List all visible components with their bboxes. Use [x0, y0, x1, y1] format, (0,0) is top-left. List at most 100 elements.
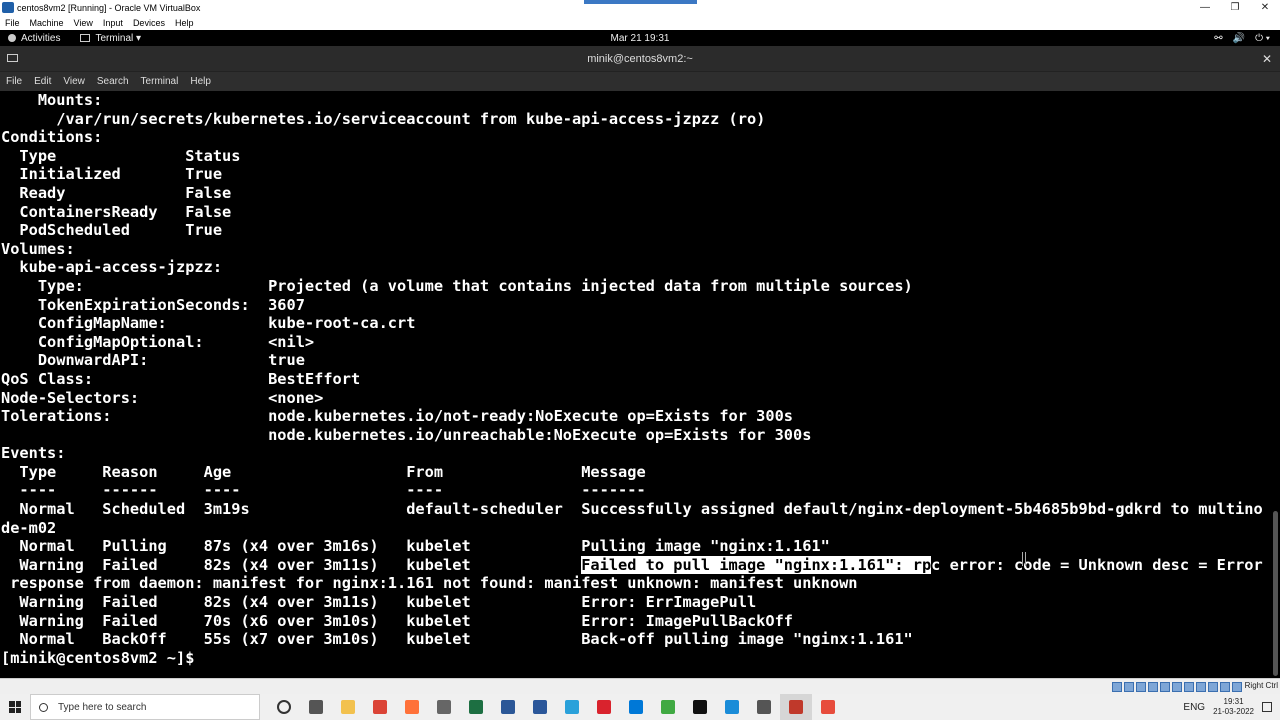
- taskbar-time: 19:31: [1223, 697, 1244, 706]
- terminal-scrollbar[interactable]: [1270, 91, 1280, 678]
- system-tray[interactable]: ⚯ 🔊 ⏻ ▾: [1214, 33, 1270, 44]
- terminal-line: ConfigMapName: kube-root-ca.crt: [1, 314, 416, 333]
- taskbar-app-file-explorer[interactable]: [332, 694, 364, 720]
- volume-icon[interactable]: 🔊: [1233, 33, 1245, 44]
- terminal-icon: [80, 34, 91, 42]
- terminal-line: node.kubernetes.io/unreachable:NoExecute…: [1, 425, 812, 444]
- taskbar-app-excel[interactable]: [460, 694, 492, 720]
- terminal-output[interactable]: Mounts: /var/run/secrets/kubernetes.io/s…: [0, 91, 1270, 678]
- terminal-menu-terminal[interactable]: Terminal: [135, 76, 185, 87]
- vbox-mini-toolbar[interactable]: [584, 0, 697, 4]
- vbox-menu-input[interactable]: Input: [98, 18, 128, 28]
- audio-icon[interactable]: [1136, 682, 1146, 692]
- new-tab-icon[interactable]: [7, 54, 18, 62]
- vbox-menu-view[interactable]: View: [69, 18, 98, 28]
- taskbar-search-box[interactable]: Type here to search: [30, 694, 260, 720]
- cpu-icon[interactable]: [1208, 682, 1218, 692]
- minimize-button[interactable]: —: [1190, 2, 1220, 13]
- activities-button[interactable]: Activities: [8, 33, 60, 44]
- terminal-icon: [693, 700, 707, 714]
- notification-icon[interactable]: [1262, 702, 1272, 712]
- taskbar-app-snipping[interactable]: [492, 694, 524, 720]
- terminal-line: ConfigMapOptional: <nil>: [1, 332, 315, 351]
- windows-taskbar: Type here to search ENG 19:31 21-03-2022: [0, 694, 1280, 720]
- taskbar-clock[interactable]: 19:31 21-03-2022: [1213, 697, 1254, 717]
- selected-text[interactable]: Failed to pull image "nginx:1.161": rp: [581, 555, 932, 574]
- firefox-icon: [405, 700, 419, 714]
- terminal-line: PodScheduled True: [1, 221, 223, 240]
- terminal-close-button[interactable]: ✕: [1262, 52, 1272, 66]
- taskbar-app-vscode[interactable]: [620, 694, 652, 720]
- usb-icon[interactable]: [1160, 682, 1170, 692]
- virtualbox-vm-icon: [789, 700, 803, 714]
- shared-folder-icon[interactable]: [1172, 682, 1182, 692]
- display-icon[interactable]: [1184, 682, 1194, 692]
- taskbar-app-virtualbox-vm[interactable]: [780, 694, 812, 720]
- taskbar-app-task-view[interactable]: [300, 694, 332, 720]
- vbox-status-icons: [1112, 682, 1242, 692]
- terminal-line: Normal Pulling 87s (x4 over 3m16s) kubel…: [1, 537, 830, 556]
- app-menu-button[interactable]: Terminal ▾: [80, 33, 141, 44]
- taskbar-app-opera[interactable]: [588, 694, 620, 720]
- vbox-menu-machine[interactable]: Machine: [25, 18, 69, 28]
- terminal-menu-edit[interactable]: Edit: [28, 76, 57, 87]
- vbox-menu-devices[interactable]: Devices: [128, 18, 170, 28]
- vscode-icon: [629, 700, 643, 714]
- terminal-line: ---- ------ ---- ---- -------: [1, 481, 646, 500]
- camtasia-icon: [661, 700, 675, 714]
- optical-icon[interactable]: [1124, 682, 1134, 692]
- restore-button[interactable]: ❐: [1220, 2, 1250, 13]
- gnome-clock[interactable]: Mar 21 19:31: [0, 33, 1280, 44]
- terminal-line: Conditions:: [1, 128, 103, 147]
- opera-icon: [597, 700, 611, 714]
- terminal-menu-view[interactable]: View: [57, 76, 91, 87]
- network-adapter-icon[interactable]: [1148, 682, 1158, 692]
- network-icon[interactable]: ⚯: [1214, 33, 1222, 44]
- scrollbar-thumb[interactable]: [1273, 511, 1278, 676]
- cortana-icon: [277, 700, 291, 714]
- terminal-line: kube-api-access-jzpzz:: [1, 258, 223, 277]
- recorder-icon: [821, 700, 835, 714]
- vbox-menu-file[interactable]: File: [0, 18, 25, 28]
- taskbar-app-telegram[interactable]: [556, 694, 588, 720]
- taskbar-app-edge[interactable]: [716, 694, 748, 720]
- virtualbox-icon: [2, 2, 14, 13]
- taskbar-app-chrome[interactable]: [364, 694, 396, 720]
- taskbar-app-camtasia[interactable]: [652, 694, 684, 720]
- disk-icon[interactable]: [1112, 682, 1122, 692]
- edge-icon: [725, 700, 739, 714]
- search-icon: [39, 702, 48, 712]
- terminal-line: Mounts:: [1, 91, 103, 109]
- recording-icon[interactable]: [1196, 682, 1206, 692]
- terminal-line: Warning Failed 70s (x6 over 3m10s) kubel…: [1, 611, 794, 630]
- terminal-menu-search[interactable]: Search: [91, 76, 135, 87]
- terminal-line: Normal BackOff 55s (x7 over 3m10s) kubel…: [1, 630, 913, 649]
- terminal-line: Normal Scheduled 3m19s default-scheduler…: [1, 500, 1263, 519]
- taskbar-app-virtualbox[interactable]: [748, 694, 780, 720]
- taskbar-app-app[interactable]: [428, 694, 460, 720]
- power-icon[interactable]: ⏻ ▾: [1255, 33, 1270, 44]
- output-lines-before: Mounts: /var/run/secrets/kubernetes.io/s…: [1, 91, 1263, 555]
- terminal-line: QoS Class: BestEffort: [1, 369, 361, 388]
- terminal-text[interactable]: Mounts: /var/run/secrets/kubernetes.io/s…: [0, 91, 1270, 667]
- vbox-status-bar: Right Ctrl: [0, 678, 1280, 694]
- vbox-menu-help[interactable]: Help: [170, 18, 199, 28]
- terminal-line: Volumes:: [1, 239, 75, 258]
- taskbar-app-terminal[interactable]: [684, 694, 716, 720]
- language-indicator[interactable]: ENG: [1183, 702, 1205, 713]
- excel-icon: [469, 700, 483, 714]
- taskbar-app-recorder[interactable]: [812, 694, 844, 720]
- app-icon: [437, 700, 451, 714]
- taskbar-app-cortana[interactable]: [268, 694, 300, 720]
- gnome-logo-icon: [8, 34, 16, 42]
- gnome-top-bar: Activities Terminal ▾ Mar 21 19:31 ⚯ 🔊 ⏻…: [0, 30, 1280, 46]
- mouse-integration-icon[interactable]: [1220, 682, 1230, 692]
- keyboard-icon[interactable]: [1232, 682, 1242, 692]
- terminal-menu-file[interactable]: File: [0, 76, 28, 87]
- taskbar-app-firefox[interactable]: [396, 694, 428, 720]
- start-button[interactable]: [0, 701, 30, 713]
- taskbar-app-word[interactable]: [524, 694, 556, 720]
- terminal-line: Type Status: [1, 146, 241, 165]
- close-button[interactable]: ✕: [1250, 2, 1280, 13]
- terminal-menu-help[interactable]: Help: [184, 76, 217, 87]
